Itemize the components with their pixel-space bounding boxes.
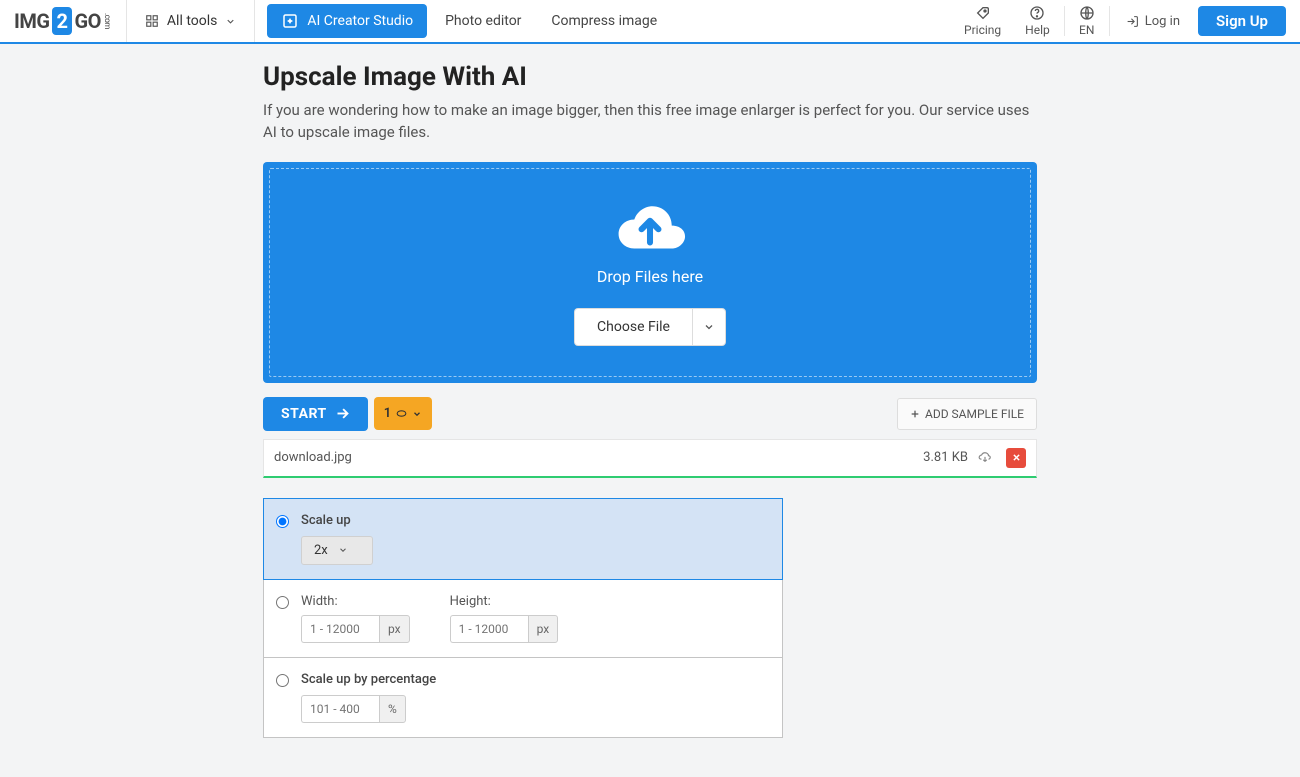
dropzone[interactable]: Drop Files here Choose File: [263, 162, 1037, 383]
file-size: 3.81 KB: [923, 450, 968, 465]
all-tools-label: All tools: [167, 13, 217, 29]
login-label: Log in: [1145, 14, 1180, 29]
cloud-upload-icon: [609, 199, 691, 257]
scale-up-radio[interactable]: [276, 515, 289, 528]
percentage-input[interactable]: [301, 695, 379, 723]
choose-file-group: Choose File: [574, 308, 726, 346]
height-input[interactable]: [450, 615, 528, 643]
arrow-right-icon: [335, 406, 350, 421]
ai-creator-button[interactable]: AI Creator Studio: [267, 4, 427, 38]
photo-editor-link[interactable]: Photo editor: [433, 5, 533, 37]
nav-left: AI Creator Studio Photo editor Compress …: [255, 0, 669, 42]
scale-up-label: Scale up: [301, 513, 770, 528]
width-label: Width:: [301, 594, 410, 609]
pricing-link[interactable]: Pricing: [952, 0, 1013, 42]
close-icon: [1012, 453, 1021, 462]
coin-icon: [395, 407, 408, 420]
option-dimensions[interactable]: Width: px Height: px: [263, 579, 783, 658]
height-label: Height:: [450, 594, 559, 609]
logo-text-box: 2: [52, 7, 73, 35]
start-label: START: [281, 406, 327, 422]
logo-suffix: .com: [103, 13, 112, 29]
chevron-down-icon: [338, 545, 348, 555]
drop-text: Drop Files here: [597, 267, 703, 286]
page-content: Upscale Image With AI If you are wonderi…: [255, 44, 1045, 777]
delete-file-button[interactable]: [1006, 448, 1026, 468]
nav-right: Pricing Help EN Log in Sign Up: [952, 0, 1300, 42]
top-navigation: IMG 2 GO .com All tools AI Creator Studi…: [0, 0, 1300, 44]
add-sample-button[interactable]: ADD SAMPLE FILE: [897, 398, 1037, 430]
language-label: EN: [1079, 23, 1094, 37]
download-file-button[interactable]: [978, 451, 992, 465]
divider: [1109, 6, 1110, 36]
sparkle-icon: [281, 12, 299, 30]
pricing-label: Pricing: [964, 23, 1001, 37]
choose-file-dropdown[interactable]: [692, 308, 726, 346]
help-link[interactable]: Help: [1013, 0, 1062, 42]
login-link[interactable]: Log in: [1112, 0, 1194, 42]
option-scale-up[interactable]: Scale up 2x: [263, 498, 783, 580]
help-label: Help: [1025, 23, 1050, 37]
options-panel: Scale up 2x Width: px: [263, 498, 783, 738]
scale-factor-value: 2x: [314, 543, 328, 558]
download-icon: [978, 451, 992, 465]
page-subtitle: If you are wondering how to make an imag…: [263, 100, 1037, 144]
language-select[interactable]: EN: [1067, 0, 1107, 42]
divider: [1064, 6, 1065, 36]
all-tools-dropdown[interactable]: All tools: [127, 0, 255, 42]
height-unit: px: [528, 615, 559, 643]
chevron-down-icon: [412, 409, 422, 419]
logo-text-post: GO: [74, 9, 100, 33]
choose-file-button[interactable]: Choose File: [574, 308, 692, 346]
logo-text-pre: IMG: [14, 9, 50, 33]
percentage-unit: %: [379, 695, 406, 723]
action-row: START 1 ADD SAMPLE FILE: [263, 397, 1037, 431]
credits-dropdown[interactable]: 1: [374, 397, 432, 430]
login-icon: [1126, 15, 1139, 28]
start-button[interactable]: START: [263, 397, 368, 431]
option-percentage[interactable]: Scale up by percentage %: [263, 657, 783, 738]
chevron-down-icon: [225, 16, 236, 27]
file-row: download.jpg 3.81 KB: [263, 439, 1037, 478]
grid-icon: [145, 14, 159, 28]
percentage-radio[interactable]: [276, 674, 289, 687]
add-sample-label: ADD SAMPLE FILE: [925, 407, 1024, 421]
compress-image-link[interactable]: Compress image: [539, 5, 669, 37]
help-icon: [1029, 5, 1045, 21]
dropzone-inner: Drop Files here Choose File: [269, 168, 1031, 377]
globe-icon: [1079, 5, 1095, 21]
dimensions-radio[interactable]: [276, 596, 289, 609]
signup-button[interactable]: Sign Up: [1198, 6, 1286, 36]
file-name: download.jpg: [274, 450, 352, 465]
chevron-down-icon: [703, 321, 715, 333]
width-unit: px: [379, 615, 410, 643]
plus-icon: [910, 409, 920, 419]
page-title: Upscale Image With AI: [263, 62, 1037, 92]
ai-creator-label: AI Creator Studio: [307, 13, 413, 29]
tag-icon: [975, 5, 991, 21]
percentage-label: Scale up by percentage: [301, 672, 770, 687]
width-input[interactable]: [301, 615, 379, 643]
logo[interactable]: IMG 2 GO .com: [0, 0, 127, 42]
credits-count: 1: [384, 406, 391, 421]
scale-factor-select[interactable]: 2x: [301, 536, 373, 565]
